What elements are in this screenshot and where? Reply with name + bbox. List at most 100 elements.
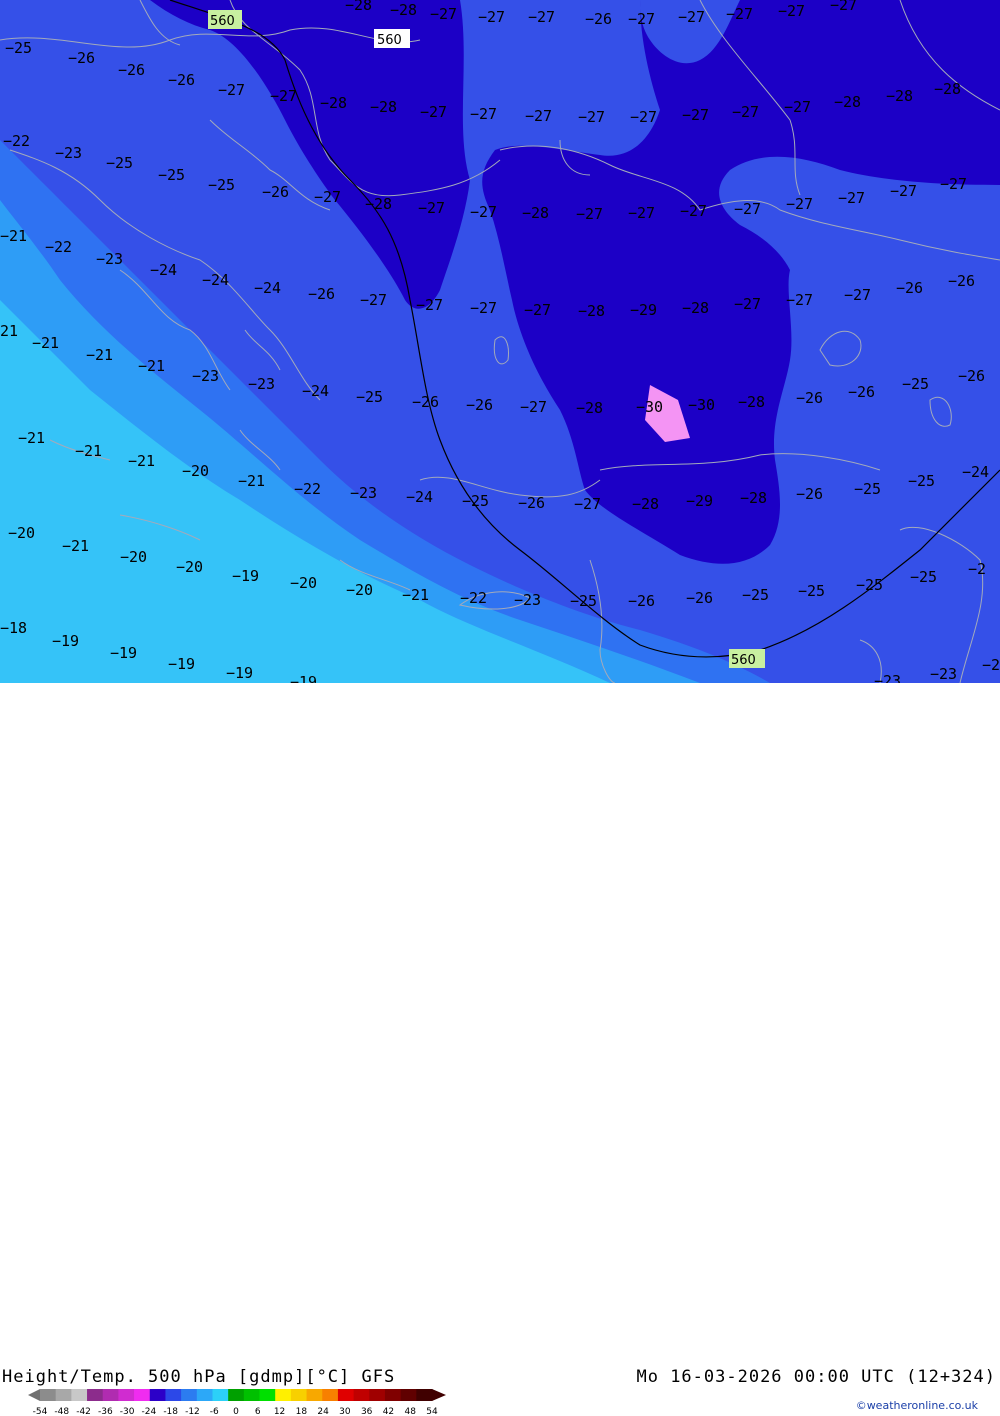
colorbar-cell	[337, 1389, 355, 1401]
temperature-label: −26	[466, 396, 493, 414]
temperature-label: −27	[778, 2, 805, 20]
temperature-label: −27	[628, 10, 655, 28]
colorbar-cell	[400, 1389, 417, 1401]
colorbar-cell	[369, 1389, 386, 1401]
temperature-label: −28	[345, 0, 372, 14]
temperature-label: −23	[874, 672, 901, 683]
colorbar-cell	[243, 1389, 261, 1401]
colorbar-tick-label: -54	[33, 1407, 48, 1416]
colorbar-tick-label: -6	[210, 1407, 219, 1416]
temperature-label: −27	[630, 108, 657, 126]
temperature-label: −21	[86, 346, 113, 364]
colorbar-tick-label: 42	[383, 1407, 394, 1416]
colorbar-tick-label: 0	[233, 1407, 239, 1416]
temperature-label: −27	[576, 205, 603, 223]
colorbar-cell	[212, 1389, 229, 1401]
temperature-label: −26	[262, 183, 289, 201]
colorbar-cell	[353, 1389, 370, 1401]
weather-map: 560 560 560 −28 −28 −27 −27 −27 −26 −27 −27 −27 −…	[0, 0, 1000, 683]
temperature-label: −27	[726, 5, 753, 23]
temperature-label: −27	[218, 81, 245, 99]
temperature-label: −23	[514, 591, 541, 609]
temperature-label: −30	[688, 396, 715, 414]
temperature-label: −26	[585, 10, 612, 28]
temperature-label: −21	[32, 334, 59, 352]
temperature-label: −20	[182, 462, 209, 480]
temperature-label: −26	[412, 393, 439, 411]
footer: Height/Temp. 500 hPa [gdmp][°C] GFS Mo 1…	[0, 683, 1000, 1416]
temperature-label: −22	[294, 480, 321, 498]
temperature-label: −27	[830, 0, 857, 14]
temperature-label: −27	[528, 8, 555, 26]
map-title: Height/Temp. 500 hPa [gdmp][°C] GFS	[2, 1367, 396, 1387]
colorbar-cell	[228, 1389, 245, 1401]
temperature-label: −27	[786, 195, 813, 213]
temperature-label: −25	[902, 375, 929, 393]
temperature-label: −25	[158, 166, 185, 184]
height-label-1: 560	[208, 10, 242, 29]
temperature-label: −27	[578, 108, 605, 126]
temperature-label: −23	[350, 484, 377, 502]
temperature-label: −26	[686, 589, 713, 607]
colorbar-tick-label: 12	[274, 1407, 285, 1416]
temperature-label: −29	[630, 301, 657, 319]
temperature-label: −28	[886, 87, 913, 105]
temperature-label: −27	[838, 189, 865, 207]
temperature-label: −27	[520, 398, 547, 416]
temperature-label: −28	[522, 204, 549, 222]
temperature-label: −27	[844, 286, 871, 304]
temperature-label: −25	[908, 472, 935, 490]
temperature-label: −20	[8, 524, 35, 542]
temperature-label: −20	[176, 558, 203, 576]
temperature-label: −28	[365, 195, 392, 213]
temperature-label: −26	[948, 272, 975, 290]
temperature-label: −19	[168, 655, 195, 673]
temperature-label: −21	[128, 452, 155, 470]
temperature-label: −27	[416, 296, 443, 314]
temperature-label: −27	[786, 291, 813, 309]
temperature-label: −27	[734, 295, 761, 313]
temperature-label: −27	[470, 299, 497, 317]
temperature-label: −20	[290, 574, 317, 592]
temperature-label: −19	[226, 664, 253, 682]
colorbar: -54 -48 -42 -36 -30 -24 -18 -12 -6 0 6 12 18 24 30 36 42…	[28, 1389, 446, 1416]
temperature-label: −19	[232, 567, 259, 585]
colorbar-arrow-right	[432, 1389, 446, 1401]
temperature-label: −28	[632, 495, 659, 513]
temperature-label: −24	[962, 463, 989, 481]
temperature-label: −26	[958, 367, 985, 385]
temperature-label: −28	[834, 93, 861, 111]
temperature-label: −27	[628, 204, 655, 222]
temperature-label: −26	[848, 383, 875, 401]
temperature-label: −20	[120, 548, 147, 566]
colorbar-cell	[416, 1389, 433, 1401]
colorbar-tick-label: -36	[98, 1407, 113, 1416]
temperature-label: −25	[854, 480, 881, 498]
map-valid-time: Mo 16-03-2026 00:00 UTC (12+324)	[636, 1367, 996, 1387]
temperature-label: −29	[686, 492, 713, 510]
temperature-label: −25	[356, 388, 383, 406]
temperature-label: −26	[168, 71, 195, 89]
colorbar-tick-label: -12	[185, 1407, 200, 1416]
temperature-label: −26	[896, 279, 923, 297]
temperature-label: −19	[110, 644, 137, 662]
temperature-label: −28	[738, 393, 765, 411]
colorbar-tick-label: 36	[361, 1407, 373, 1416]
temperature-label: −27	[682, 106, 709, 124]
temperature-label: −27	[784, 98, 811, 116]
temperature-label: −27	[732, 103, 759, 121]
svg-text:560: 560	[377, 33, 402, 48]
colorbar-tick-label: 30	[339, 1407, 351, 1416]
temperature-label: −21	[0, 227, 27, 245]
colorbar-cell	[40, 1389, 57, 1401]
colorbar-cell	[118, 1389, 135, 1401]
temperature-label: −21	[238, 472, 265, 490]
temperature-label: −27	[524, 301, 551, 319]
colorbar-tick-label: 24	[317, 1407, 329, 1416]
temperature-label: −25	[742, 586, 769, 604]
temperature-label: −25	[570, 592, 597, 610]
credit-link[interactable]: ©weatheronline.co.uk	[856, 1399, 978, 1412]
temperature-label: −25	[856, 576, 883, 594]
temperature-label: −24	[302, 382, 329, 400]
temperature-label: −2	[982, 656, 1000, 674]
